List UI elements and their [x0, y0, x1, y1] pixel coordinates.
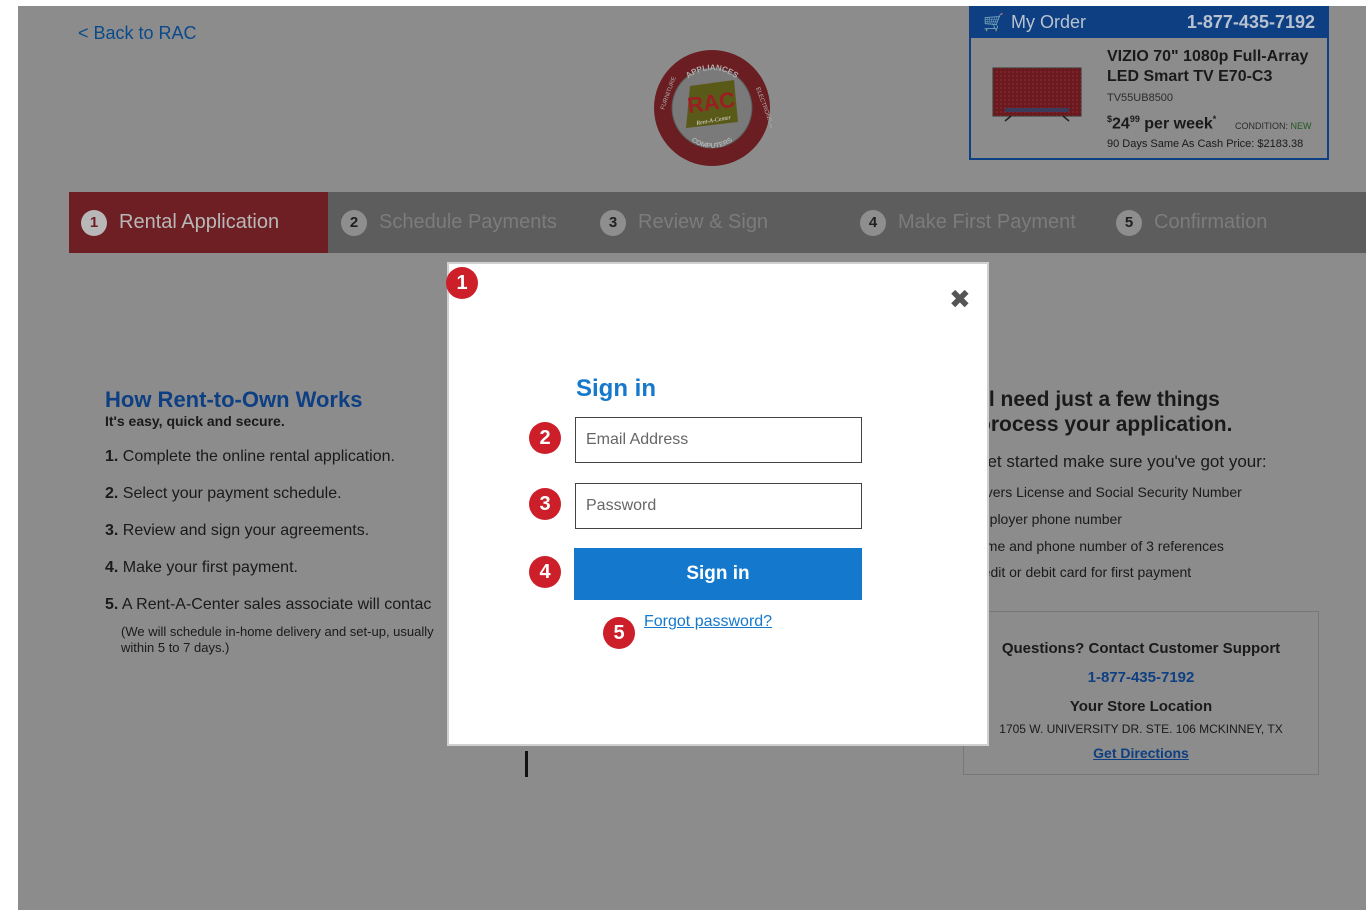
order-summary: 🛒 My Order 1-877-435-7192 VIZIO 70" 1080…	[969, 6, 1329, 160]
how-title: How Rent-to-Own Works	[105, 387, 363, 412]
step-number: 4	[860, 209, 886, 236]
step-label: Review & Sign	[638, 211, 769, 233]
order-phone[interactable]: 1-877-435-7192	[1187, 12, 1315, 33]
step-label: Confirmation	[1154, 211, 1268, 233]
progress-steps: 1 Rental Application 2 Schedule Payments…	[69, 192, 1366, 253]
product-sku: TV55UB8500	[1107, 92, 1174, 104]
step-number: 2	[341, 209, 367, 236]
step-label: Rental Application	[119, 211, 280, 233]
email-field[interactable]	[575, 417, 862, 463]
password-field[interactable]	[575, 483, 862, 529]
step-confirmation[interactable]: 5 Confirmation	[1116, 192, 1267, 253]
condition-label: CONDITION: NEW	[1235, 121, 1312, 131]
step-label: Schedule Payments	[379, 211, 557, 233]
store-address: 1705 W. UNIVERSITY DR. STE. 106 MCKINNEY…	[999, 722, 1283, 736]
support-phone[interactable]: 1-877-435-7192	[964, 669, 1318, 686]
needs-item: ame and phone number of 3 references	[978, 538, 1224, 554]
needs-intro: get started make sure you've got your:	[978, 452, 1267, 471]
store-location-label: Your Store Location	[1069, 698, 1213, 715]
how-step-item: 2. Select your payment schedule.	[105, 485, 342, 502]
rac-logo: APPLIANCES COMPUTERS FURNITURE ELECTRONI…	[654, 50, 772, 166]
step-label: Make First Payment	[898, 211, 1076, 233]
needs-item: mployer phone number	[978, 511, 1122, 527]
product-price: $2499 per week*	[1107, 114, 1217, 133]
annotation-badge-5: 5	[603, 617, 635, 649]
step-schedule-payments[interactable]: 2 Schedule Payments	[341, 192, 557, 253]
step-number: 3	[600, 209, 626, 236]
step-rental-application[interactable]: 1 Rental Application	[69, 192, 328, 253]
condition-value: NEW	[1290, 121, 1312, 131]
my-order-label: My Order	[1011, 12, 1087, 32]
tv-product-image	[992, 67, 1082, 122]
step-review-sign[interactable]: 3 Review & Sign	[600, 192, 768, 253]
annotation-badge-4: 4	[529, 556, 561, 588]
text-cursor-mark	[525, 751, 528, 777]
needs-item: redit or debit card for first payment	[978, 564, 1192, 580]
how-note: (We will schedule in-home delivery and s…	[121, 624, 434, 655]
step-make-first-payment[interactable]: 4 Make First Payment	[860, 192, 1076, 253]
annotation-badge-2: 2	[529, 422, 561, 454]
modal-title: Sign in	[576, 375, 656, 402]
cart-icon: 🛒	[983, 13, 1005, 32]
product-name: VIZIO 70" 1080p Full-Array LED Smart TV …	[1107, 48, 1309, 85]
how-step-item: 3. Review and sign your agreements.	[105, 522, 370, 539]
sign-in-button[interactable]: Sign in	[574, 548, 862, 600]
annotation-badge-3: 3	[529, 488, 561, 520]
support-box: Questions? Contact Customer Support 1-87…	[963, 611, 1319, 775]
how-step-item: 4. Make your first payment.	[105, 559, 298, 576]
forgot-password-link[interactable]: Forgot password?	[644, 613, 772, 631]
order-header: 🛒 My Order 1-877-435-7192	[971, 8, 1327, 38]
support-question: Questions? Contact Customer Support	[1001, 640, 1281, 657]
get-directions-link[interactable]: Get Directions	[964, 745, 1318, 761]
back-to-rac-link[interactable]: < Back to RAC	[78, 23, 197, 44]
how-step-item: 1. Complete the online rental applicatio…	[105, 448, 395, 465]
step-number: 1	[81, 209, 107, 236]
how-subtitle: It's easy, quick and secure.	[105, 413, 285, 429]
how-step-item: 5. A Rent-A-Center sales associate will …	[105, 596, 432, 613]
close-icon[interactable]: ✖	[949, 284, 971, 315]
annotation-badge-1: 1	[446, 267, 478, 299]
page-overlay: < Back to RAC APPLIANCES COMPUTERS FURNI…	[18, 6, 1366, 910]
needs-heading: 'll need just a few things process your a…	[978, 388, 1233, 436]
cash-price: 90 Days Same As Cash Price: $2183.38	[1107, 138, 1304, 150]
needs-item: rivers License and Social Security Numbe…	[978, 484, 1242, 500]
step-number: 5	[1116, 209, 1142, 236]
